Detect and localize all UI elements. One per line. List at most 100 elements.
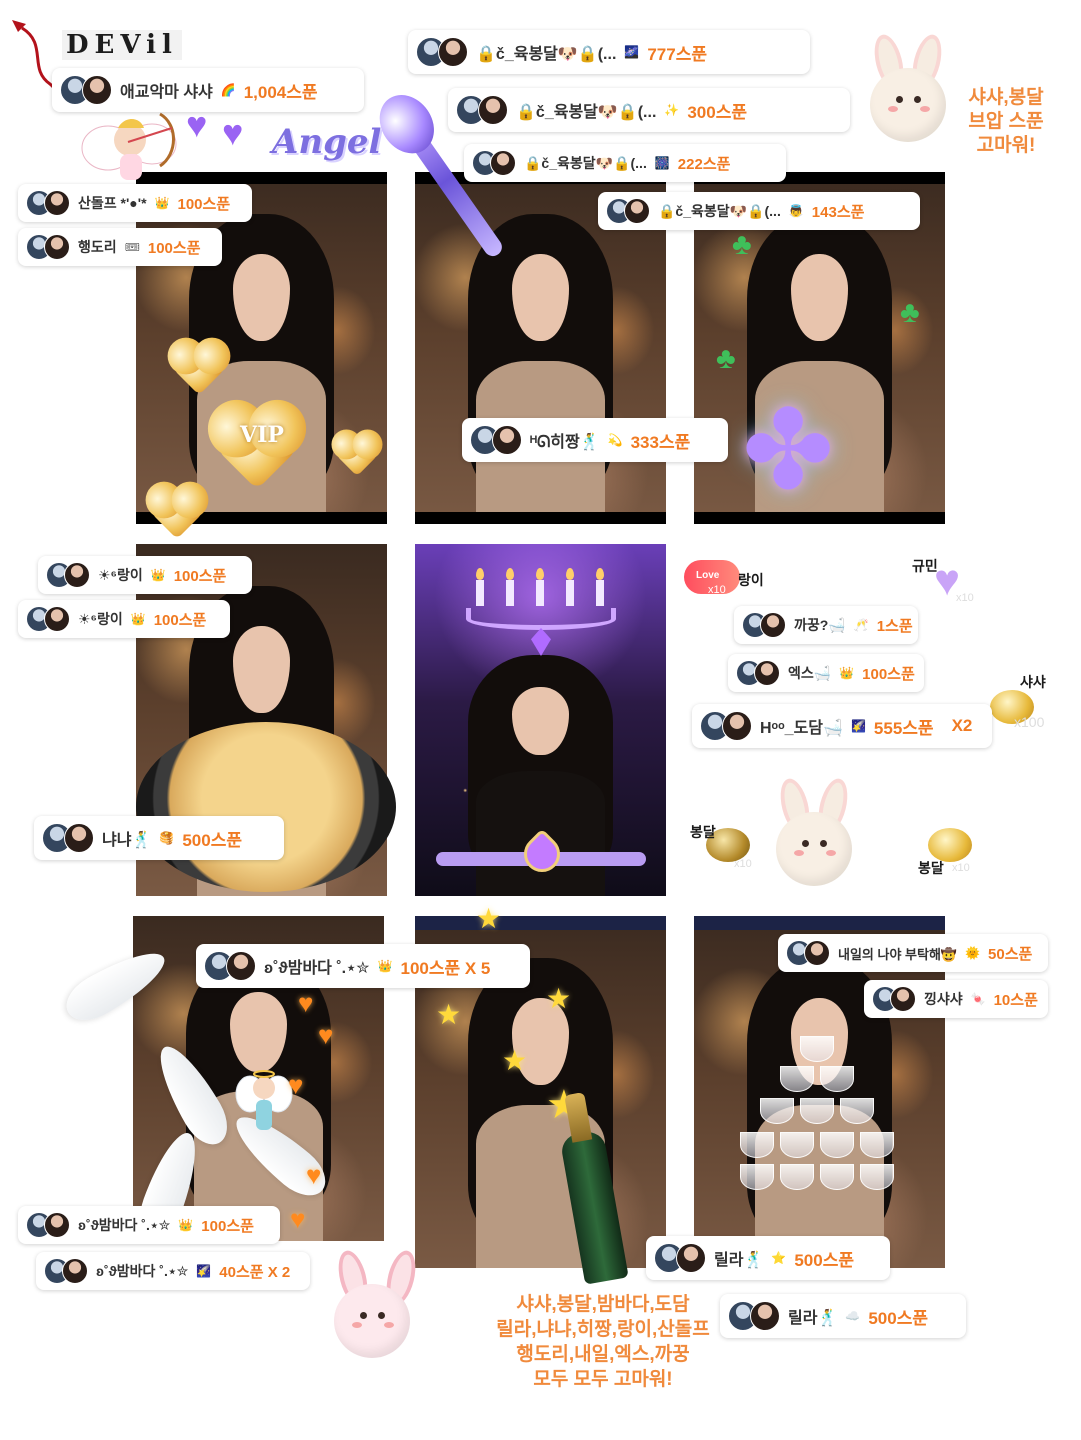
star-icon: ★ bbox=[546, 983, 572, 1014]
devil-label: DEVil bbox=[62, 30, 182, 60]
heart-ribbon-icon bbox=[436, 828, 646, 882]
star-icon: ★ bbox=[436, 999, 462, 1030]
donor-avatar bbox=[654, 1243, 706, 1273]
donor-avatar bbox=[872, 986, 916, 1012]
crown-gift-icon: 👑 bbox=[130, 612, 146, 626]
clover-icon: ♣ bbox=[716, 342, 736, 375]
donor-avatar bbox=[416, 37, 468, 67]
donor-avatar bbox=[26, 606, 70, 632]
donor-avatar bbox=[786, 940, 830, 966]
donation-pill: ʚ˚ϑ밤바다 ˚.⋆✮ 👑 100스푼 X 5 bbox=[196, 944, 530, 988]
donation-pill: ☀︎⁶랑이 👑 100스푼 bbox=[38, 556, 252, 594]
donor-avatar bbox=[606, 198, 650, 224]
crown-gift-icon: 👑 bbox=[839, 666, 855, 680]
pancake-gift-icon: 🥞 bbox=[159, 831, 175, 845]
pink-bunny-plush-icon bbox=[322, 1247, 432, 1380]
donation-pill: ʚ˚ϑ밤바다 ˚.⋆✮ 🌠 40스푼 X 2 bbox=[36, 1252, 310, 1290]
starry-gift-icon: 🌠 bbox=[850, 719, 866, 733]
donation-pill: 🔒č_육봉달🐶🔒(... ✨ 300스푼 bbox=[448, 88, 850, 132]
donor-avatar bbox=[470, 425, 522, 455]
drink-gift-icon: 🥂 bbox=[853, 618, 869, 632]
rainbow-clover-icon: ✤ bbox=[742, 389, 835, 512]
donor-avatar bbox=[742, 612, 786, 638]
donor-avatar bbox=[42, 823, 94, 853]
donation-pill: 릴라🕺 ☁️ 500스푼 bbox=[720, 1294, 966, 1338]
orange-heart-icon: ♥ bbox=[298, 988, 314, 1018]
donation-pill: 애교악마 샤샤 🌈 1,004스푼 bbox=[52, 68, 364, 112]
donation-pill: 산돌프 *'●'* 👑 100스푼 bbox=[18, 184, 252, 222]
sticker-name-bongdal-rose: 봉달 bbox=[690, 824, 716, 840]
bunny-plush-icon bbox=[764, 775, 864, 888]
bunny-plush-icon bbox=[858, 31, 958, 144]
candy-gift-icon: 🍬 bbox=[970, 992, 986, 1006]
donor-avatar bbox=[728, 1301, 780, 1331]
clover-icon: ♣ bbox=[732, 228, 752, 261]
donor-avatar bbox=[26, 1212, 70, 1238]
sticker-count-bongdal-rose: x10 bbox=[734, 858, 752, 870]
crown-gift-icon: 👑 bbox=[154, 196, 170, 210]
star-icon: ★ bbox=[502, 1045, 528, 1076]
donation-pill: ☀︎⁶랑이 👑 100스푼 bbox=[18, 600, 230, 638]
champagne-tower-icon bbox=[730, 1036, 910, 1216]
star-icon: ★ bbox=[476, 903, 502, 934]
donor-avatar bbox=[204, 951, 256, 981]
sky-gift-icon: ☁️ bbox=[845, 1309, 861, 1323]
purple-heart-icon: ♥ bbox=[222, 112, 244, 153]
donor-avatar bbox=[700, 711, 752, 741]
donor-avatar bbox=[44, 1258, 88, 1284]
donation-pill: 🔒č_육봉달🐶🔒(... 🌌 777스푼 bbox=[408, 30, 810, 74]
clover-icon: ♣ bbox=[900, 296, 920, 329]
orange-heart-icon: ♥ bbox=[306, 1160, 322, 1190]
sticker-name-rangi: 랑이 bbox=[738, 572, 764, 588]
sticker-count-gyumin: x10 bbox=[956, 592, 974, 604]
sun-gift-icon: 🌞 bbox=[965, 946, 981, 960]
gold-heart-icon bbox=[150, 486, 204, 540]
donation-pill: 🔒č_육봉달🐶🔒(... 👼 143스푼 bbox=[598, 192, 920, 230]
shooting-star-gift-icon: 🌠 bbox=[196, 1264, 212, 1278]
sticker-count-bongdal-vip: x10 bbox=[952, 862, 970, 874]
angel-gift-icon: 👼 bbox=[788, 204, 804, 218]
crown-gift-icon: 👑 bbox=[178, 1218, 194, 1232]
sticker-count-shasha: x100 bbox=[1014, 714, 1045, 730]
donation-pill: 엑스🛁 👑 100스푼 bbox=[728, 654, 924, 692]
donation-pill: 까꿍?🛁 🥂 1스푼 bbox=[734, 606, 918, 644]
donation-pill: 내일의 나야 부탁해🤠 🌞 50스푼 bbox=[778, 934, 1048, 972]
angel-label: Angel bbox=[272, 122, 382, 162]
donor-avatar bbox=[736, 660, 780, 686]
crown-gift-icon: 👑 bbox=[377, 959, 393, 973]
love-badge-text: Love bbox=[696, 570, 720, 581]
pancake-icon bbox=[136, 722, 396, 892]
donor-avatar bbox=[26, 190, 70, 216]
donation-pill: 행도리 🎟 100스푼 bbox=[18, 228, 222, 266]
purple-gift-icon: 🌌 bbox=[624, 45, 640, 59]
ticket-gift-icon: 🎟 bbox=[124, 240, 140, 254]
donation-pill: ᴴᘏ히짱🕺 💫 333스푼 bbox=[462, 418, 728, 462]
donor-avatar bbox=[456, 95, 508, 125]
rainbow-gift-icon: 🌈 bbox=[220, 83, 236, 97]
donor-avatar bbox=[60, 75, 112, 105]
donation-pill: 🔒č_육봉달🐶🔒(... 🎆 222스푼 bbox=[464, 144, 786, 182]
top-thanks-text: 샤샤,봉달 브압 스푼 고마워! bbox=[968, 87, 1044, 156]
orange-heart-icon: ♥ bbox=[318, 1020, 334, 1050]
bottom-thanks-text: 샤샤,봉달,밤바다,도담 릴라,냐냐,히짱,랑이,산돌프 행도리,내일,엑스,까… bbox=[496, 1294, 710, 1390]
donation-pill: Hᵒᵒ_도담🛁 🌠 555스푼 X2 bbox=[692, 704, 992, 748]
vip-gold-heart-icon bbox=[928, 828, 972, 862]
crown-gift-icon: 👑 bbox=[150, 568, 166, 582]
donation-pill: 냐냐🕺 🥞 500스푼 bbox=[34, 816, 284, 860]
donor-avatar bbox=[472, 150, 516, 176]
donation-pill: 낑샤샤 🍬 10스푼 bbox=[864, 980, 1048, 1018]
sticker-name-bongdal-vip: 봉달 bbox=[918, 860, 944, 876]
donor-avatar bbox=[46, 562, 90, 588]
sticker-count-rangi: x10 bbox=[708, 584, 726, 596]
vip-text: VIP bbox=[240, 422, 284, 448]
wand-gift-icon: ✨ bbox=[664, 103, 680, 117]
orange-heart-icon: ♥ bbox=[288, 1070, 304, 1100]
donation-pill: ʚ˚ϑ밤바다 ˚.⋆✮ 👑 100스푼 bbox=[18, 1206, 280, 1244]
star-gift-icon: ⭐ bbox=[771, 1251, 787, 1265]
orange-heart-icon: ♥ bbox=[290, 1204, 306, 1234]
donor-avatar bbox=[26, 234, 70, 260]
sparkle-gift-icon: 💫 bbox=[607, 433, 623, 447]
sticker-name-shasha: 샤샤 bbox=[1020, 674, 1046, 690]
small-cupid-icon bbox=[235, 1070, 293, 1130]
cupid-icon bbox=[81, 112, 177, 180]
